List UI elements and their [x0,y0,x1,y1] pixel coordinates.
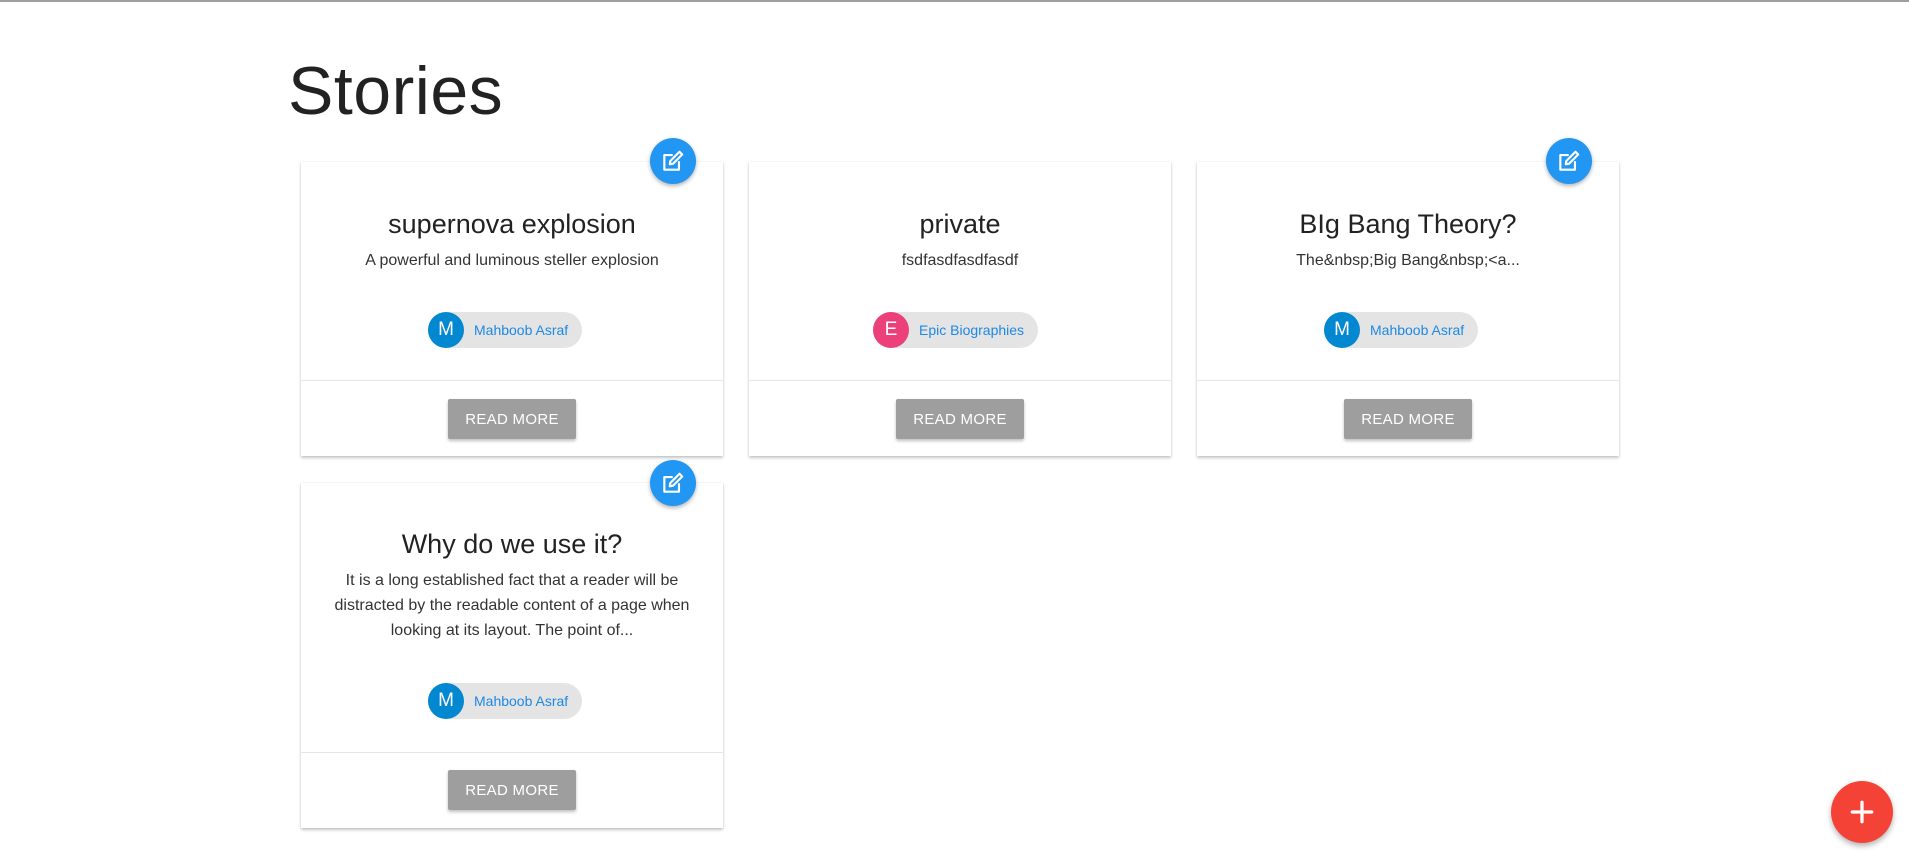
story-title: supernova explosion [388,209,636,239]
story-title: Why do we use it? [401,529,623,559]
story-description: A powerful and luminous steller explosio… [365,252,659,269]
card-divider [749,380,1171,381]
story-title: private [919,209,1001,239]
author-chip[interactable]: E Epic Biographies [873,312,1039,348]
author-name: Mahboob Asraf [474,322,569,338]
story-card: BIg Bang Theory? The&nbsp;Big Bang&nbsp;… [1197,162,1619,456]
author-avatar: M [428,312,464,348]
edit-icon [1559,150,1580,171]
card-divider [301,380,723,381]
author-chip[interactable]: M Mahboob Asraf [428,683,583,719]
story-title: BIg Bang Theory? [1299,209,1517,239]
story-description: It is a long established fact that a rea… [334,572,690,639]
read-more-button[interactable]: READ MORE [448,770,576,810]
story-description: fsdfasdfasdfasdf [901,252,1019,269]
edit-icon [663,472,684,493]
author-name: Epic Biographies [919,322,1025,338]
author-avatar: M [1324,312,1360,348]
edit-story-button[interactable] [650,460,696,506]
author-name: Mahboob Asraf [474,693,569,709]
story-card: supernova explosion A powerful and lumin… [301,162,723,456]
author-chip[interactable]: M Mahboob Asraf [428,312,583,348]
story-description: The&nbsp;Big Bang&nbsp;<a... [1296,252,1520,269]
author-name: Mahboob Asraf [1370,322,1465,338]
top-border [0,0,1909,2]
read-more-button[interactable]: READ MORE [1344,399,1472,439]
plus-icon [1850,800,1874,824]
author-avatar: M [428,683,464,719]
edit-story-button[interactable] [650,138,696,184]
read-more-button[interactable]: READ MORE [448,399,576,439]
author-chip[interactable]: M Mahboob Asraf [1324,312,1479,348]
read-more-button[interactable]: READ MORE [896,399,1024,439]
story-card: private fsdfasdfasdfasdf E Epic Biograph… [749,162,1171,456]
card-divider [1197,380,1619,381]
add-story-button[interactable] [1831,781,1893,843]
page-title: Stories [288,53,504,129]
story-card: Why do we use it? It is a long establish… [301,483,723,828]
card-divider [301,752,723,753]
edit-icon [663,150,684,171]
edit-story-button[interactable] [1546,138,1592,184]
author-avatar: E [873,312,909,348]
